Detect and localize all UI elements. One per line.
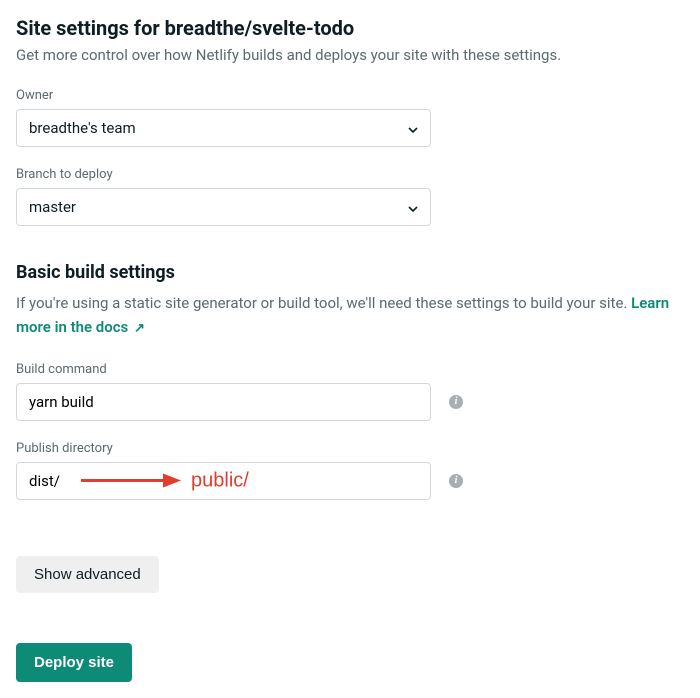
page-title: Site settings for breadthe/svelte-todo	[16, 16, 684, 40]
branch-select[interactable]: master	[16, 188, 431, 226]
build-command-field-group: Build command i	[16, 362, 684, 421]
chevron-down-icon	[408, 119, 418, 137]
chevron-down-icon	[408, 198, 418, 216]
owner-select-value: breadthe's team	[29, 119, 136, 137]
build-command-label: Build command	[16, 362, 684, 377]
build-command-input[interactable]	[16, 383, 431, 421]
info-icon[interactable]: i	[449, 395, 463, 409]
publish-directory-input[interactable]	[16, 462, 431, 500]
owner-label: Owner	[16, 88, 684, 103]
show-advanced-button[interactable]: Show advanced	[16, 556, 159, 593]
branch-field-group: Branch to deploy master	[16, 167, 684, 226]
branch-select-value: master	[29, 198, 76, 216]
page-subtitle: Get more control over how Netlify builds…	[16, 46, 684, 64]
owner-field-group: Owner breadthe's team	[16, 88, 684, 147]
publish-directory-label: Publish directory	[16, 441, 684, 456]
info-icon[interactable]: i	[449, 474, 463, 488]
branch-label: Branch to deploy	[16, 167, 684, 182]
deploy-site-button[interactable]: Deploy site	[16, 643, 132, 682]
build-settings-description: If you're using a static site generator …	[16, 291, 684, 340]
build-settings-heading: Basic build settings	[16, 262, 684, 283]
external-link-icon: ↗	[134, 321, 145, 336]
publish-directory-field-group: Publish directory i public/	[16, 441, 684, 500]
owner-select[interactable]: breadthe's team	[16, 109, 431, 147]
